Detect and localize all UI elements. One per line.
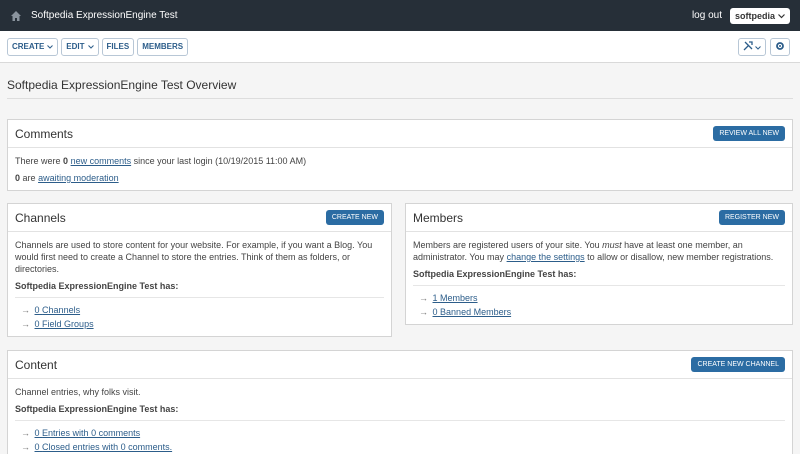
closed-entries-count: 0 xyxy=(34,442,40,452)
list-item: → 0 Closed entries with 0 comments. xyxy=(21,440,785,454)
members-desc-suffix: to allow or disallow, new member registr… xyxy=(587,252,774,262)
members-button[interactable]: MEMBERS xyxy=(137,37,189,56)
list-item: → 0 Banned Members xyxy=(419,305,785,319)
files-label: FILES xyxy=(106,42,130,51)
comments-panel: Comments REVIEW ALL NEW There were 0 new… xyxy=(7,119,793,191)
channels-count-link[interactable]: 0 Channels xyxy=(35,305,81,315)
content-body: Channel entries, why folks visit. Softpe… xyxy=(8,379,792,454)
create-new-channel-button[interactable]: CREATE NEW xyxy=(325,210,384,225)
closed-entries-link[interactable]: 0 Closed entries with 0 comments. xyxy=(35,442,173,452)
logout-link[interactable]: log out xyxy=(692,10,722,21)
top-right: log out softpedia xyxy=(692,7,790,24)
channels-title: Channels xyxy=(15,210,66,225)
channels-has-label: Softpedia ExpressionEngine Test has: xyxy=(15,281,179,291)
banned-members-link[interactable]: 0 Banned Members xyxy=(433,307,512,317)
channels-header: Channels CREATE NEW xyxy=(8,204,391,232)
awaiting-moderation-link[interactable]: awaiting moderation xyxy=(38,173,119,183)
site-name[interactable]: Softpedia ExpressionEngine Test xyxy=(31,10,178,21)
entries-link[interactable]: 0 Entries with 0 comments xyxy=(35,428,141,438)
members-description: Members are registered users of your sit… xyxy=(413,239,785,263)
content-header: Content CREATE NEW CHANNEL xyxy=(8,351,792,379)
comments-line-2: 0 are awaiting moderation xyxy=(15,172,785,184)
content-description: Channel entries, why folks visit. xyxy=(15,387,141,397)
list-item: → 0 Channels xyxy=(21,303,384,317)
list-item: → 1 Members xyxy=(419,291,785,305)
user-menu-button[interactable]: softpedia xyxy=(729,7,790,24)
comments-header: Comments REVIEW ALL NEW xyxy=(8,120,792,148)
field-groups-link[interactable]: 0 Field Groups xyxy=(35,319,94,329)
awaiting-count: 0 xyxy=(15,173,21,183)
top-bar: Softpedia ExpressionEngine Test log out … xyxy=(0,0,800,31)
members-has-label: Softpedia ExpressionEngine Test has: xyxy=(413,269,577,279)
create-label: CREATE xyxy=(12,42,45,51)
members-header: Members REGISTER NEW xyxy=(406,204,792,232)
channels-body: Channels are used to store content for y… xyxy=(8,232,391,338)
tools-icon xyxy=(743,40,753,53)
edit-menu-button[interactable]: EDIT xyxy=(61,37,99,56)
members-panel: Members REGISTER NEW Members are registe… xyxy=(405,203,793,325)
comments-line-1-prefix: There were xyxy=(15,156,61,166)
create-new-channel-content-button[interactable]: CREATE NEW CHANNEL xyxy=(691,357,785,372)
content-panel: Content CREATE NEW CHANNEL Channel entri… xyxy=(7,350,793,454)
members-divider xyxy=(413,285,785,286)
content-has-label: Softpedia ExpressionEngine Test has: xyxy=(15,404,179,414)
page-title: Softpedia ExpressionEngine Test Overview xyxy=(7,78,237,92)
create-menu-button[interactable]: CREATE xyxy=(7,37,59,56)
register-new-button[interactable]: REGISTER NEW xyxy=(718,210,785,225)
members-desc-prefix: Members are registered users of your sit… xyxy=(413,240,600,250)
comments-title: Comments xyxy=(15,126,74,141)
channels-count: 0 xyxy=(34,305,40,315)
chevron-down-icon xyxy=(47,42,54,51)
tools-menu-button[interactable] xyxy=(738,37,766,56)
channels-divider xyxy=(15,297,384,298)
members-count-link[interactable]: 1 Members xyxy=(433,293,478,303)
content-divider xyxy=(15,420,785,421)
arrow-right-icon: → xyxy=(21,428,30,438)
channels-description: Channels are used to store content for y… xyxy=(15,240,373,274)
change-settings-link[interactable]: change the settings xyxy=(507,252,585,262)
members-body: Members are registered users of your sit… xyxy=(406,232,792,326)
entries-label: Entries with 0 comments xyxy=(42,428,141,438)
review-all-new-button[interactable]: REVIEW ALL NEW xyxy=(713,126,785,141)
list-item: → 0 Entries with 0 comments xyxy=(21,426,785,440)
members-title: Members xyxy=(413,210,464,225)
gear-icon xyxy=(775,41,785,53)
channels-label: Channels xyxy=(42,305,81,315)
nav-right xyxy=(738,37,790,56)
members-count: 1 xyxy=(432,293,438,303)
arrow-right-icon: → xyxy=(419,293,428,303)
home-icon[interactable] xyxy=(10,10,22,22)
entries-count: 0 xyxy=(34,428,40,438)
comments-body: There were 0 new comments since your las… xyxy=(8,148,792,196)
field-groups-label: Field Groups xyxy=(42,319,94,329)
chevron-down-icon xyxy=(778,11,785,21)
chevron-down-icon xyxy=(755,42,761,52)
content-title: Content xyxy=(15,357,58,372)
arrow-right-icon: → xyxy=(21,319,30,329)
members-label: Members xyxy=(440,293,478,303)
edit-label: EDIT xyxy=(66,42,85,51)
comments-line-2-prefix: are xyxy=(22,173,36,183)
comments-line-1-suffix: since your last login (10/19/2015 11:00 … xyxy=(133,156,307,166)
chevron-down-icon xyxy=(87,42,94,51)
list-item: → 0 Field Groups xyxy=(21,317,384,331)
banned-members-label: Banned Members xyxy=(440,307,512,317)
comments-line-1: There were 0 new comments since your las… xyxy=(15,155,785,167)
new-comments-link[interactable]: new comments xyxy=(71,156,132,166)
title-divider xyxy=(7,98,793,99)
members-desc-emphasis: must xyxy=(602,240,622,250)
new-comments-count: 0 xyxy=(63,156,69,166)
field-groups-count: 0 xyxy=(34,319,40,329)
settings-button[interactable] xyxy=(770,37,790,56)
channels-panel: Channels CREATE NEW Channels are used to… xyxy=(7,203,392,337)
arrow-right-icon: → xyxy=(21,305,30,315)
user-name: softpedia xyxy=(734,10,775,21)
banned-members-count: 0 xyxy=(432,307,438,317)
arrow-right-icon: → xyxy=(419,307,428,317)
arrow-right-icon: → xyxy=(21,442,30,452)
closed-entries-label: Closed entries with 0 comments. xyxy=(42,442,173,452)
files-button[interactable]: FILES xyxy=(101,37,135,56)
members-label: MEMBERS xyxy=(142,42,184,51)
nav-bar: CREATE EDIT FILES MEMBERS xyxy=(0,31,800,63)
